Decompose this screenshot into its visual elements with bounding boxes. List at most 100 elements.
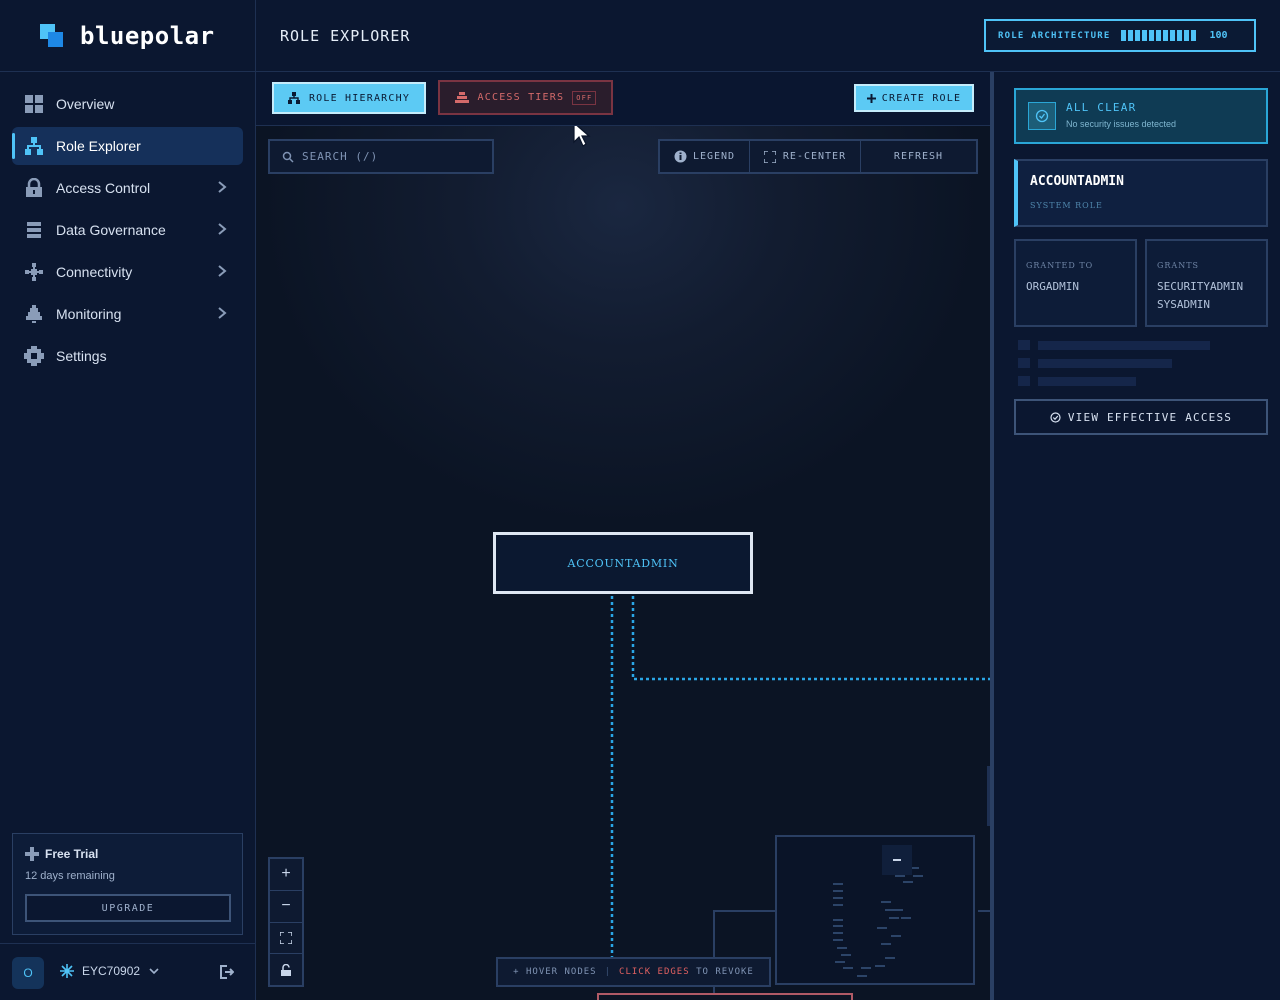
role-details-panel: ALL CLEAR No security issues detected AC… (990, 72, 1280, 1000)
status-title: ALL CLEAR (1066, 101, 1137, 114)
create-role-label: CREATE ROLE (881, 92, 962, 104)
grants-label: GRANTS (1157, 261, 1200, 270)
gear-icon (24, 346, 44, 366)
role-node-accountadmin[interactable]: ACCOUNTADMIN (493, 532, 753, 594)
network-icon (24, 262, 44, 282)
sidebar-item-label: Monitoring (56, 306, 122, 322)
header: ROLE EXPLORER ROLE ARCHITECTURE 100 (256, 0, 1280, 72)
role-name: ACCOUNTADMIN (1030, 174, 1124, 189)
sidebar-item-connectivity[interactable]: Connectivity (12, 253, 243, 291)
brand[interactable]: bluepolar (0, 0, 255, 72)
interaction-hint: + HOVER NODES | CLICK EDGES TO REVOKE (496, 957, 771, 987)
unlock-icon (281, 963, 291, 976)
logout-icon[interactable] (218, 964, 234, 980)
refresh-button[interactable]: REFRESH (861, 141, 976, 172)
toolbar: ROLE HIERARCHY ACCESS TIERS OFF CREATE R… (256, 72, 990, 126)
sidebar-item-label: Overview (56, 96, 115, 112)
user-bar: O EYC70902 (0, 943, 255, 1000)
sidebar-item-label: Data Governance (56, 222, 166, 238)
sidebar-item-label: Access Control (56, 180, 151, 196)
score-segment (1176, 30, 1182, 41)
score-segment (1134, 30, 1140, 41)
trial-remaining: 12 days remaining (25, 870, 115, 882)
layers-icon (454, 91, 469, 103)
role-hierarchy-button[interactable]: ROLE HIERARCHY (272, 82, 426, 114)
zoom-out-button[interactable]: − (270, 891, 302, 923)
check-circle-icon (1050, 411, 1061, 423)
minus-icon (893, 859, 901, 861)
plus-icon (866, 93, 876, 103)
create-role-button[interactable]: CREATE ROLE (854, 84, 974, 112)
legend-button[interactable]: LEGEND (660, 141, 750, 172)
zoom-in-button[interactable]: + (270, 859, 302, 891)
security-status-banner: ALL CLEAR No security issues detected (1014, 88, 1268, 144)
fit-view-button[interactable] (270, 923, 302, 955)
lock-view-button[interactable] (270, 954, 302, 985)
account-name: EYC70902 (82, 964, 141, 978)
minimap[interactable] (775, 835, 975, 985)
role-architecture-score[interactable]: ROLE ARCHITECTURE 100 (984, 19, 1256, 52)
zoom-controls: + − (268, 857, 304, 987)
search-icon (282, 151, 294, 163)
grid-icon (24, 94, 44, 114)
role-type: SYSTEM ROLE (1030, 201, 1103, 210)
score-value: 100 (1209, 30, 1228, 41)
role-hierarchy-label: ROLE HIERARCHY (308, 92, 411, 104)
view-effective-access-button[interactable]: VIEW EFFECTIVE ACCESS (1014, 399, 1268, 435)
trial-title: Free Trial (45, 847, 99, 861)
sidebar-item-monitoring[interactable]: Monitoring (12, 295, 243, 333)
avatar[interactable]: O (12, 957, 44, 989)
sidebar-item-overview[interactable]: Overview (12, 85, 243, 123)
shield-check-icon (1028, 102, 1056, 130)
view-effective-access-label: VIEW EFFECTIVE ACCESS (1067, 410, 1233, 424)
recenter-label: RE-CENTER (782, 151, 847, 162)
role-graph-canvas[interactable]: SEARCH (/) LEGEND RE-CENTER REFRESH ACCO… (256, 126, 990, 1000)
granted-to-role[interactable]: ORGADMIN (1026, 278, 1125, 296)
score-segment (1120, 30, 1126, 41)
granted-role[interactable]: SECURITYADMIN (1157, 278, 1256, 296)
hierarchy-icon (24, 136, 44, 156)
score-segment (1183, 30, 1189, 41)
hint-click-edges: CLICK EDGES (619, 967, 690, 977)
access-tiers-label: ACCESS TIERS (477, 92, 565, 103)
legend-label: LEGEND (692, 151, 736, 162)
granted-to-label: GRANTED TO (1026, 261, 1094, 270)
recenter-icon (763, 150, 776, 163)
chevron-down-icon (149, 968, 159, 975)
bluepolar-logo-icon (40, 23, 64, 48)
free-trial-card: Free Trial 12 days remaining UPGRADE (12, 833, 243, 935)
score-label: ROLE ARCHITECTURE (998, 30, 1111, 41)
fit-view-icon (280, 931, 292, 944)
sidebar-item-data-governance[interactable]: Data Governance (12, 211, 243, 249)
bell-icon (24, 304, 44, 324)
score-segment (1155, 30, 1161, 41)
access-tiers-state-badge: OFF (572, 90, 597, 105)
minimap-minimize-button[interactable] (882, 845, 912, 875)
score-segment (1148, 30, 1154, 41)
sidebar-item-role-explorer[interactable]: Role Explorer (12, 127, 243, 165)
selected-role-card: ACCOUNTADMIN SYSTEM ROLE (1014, 159, 1268, 227)
brand-name: bluepolar (80, 21, 215, 50)
loading-placeholder (1018, 340, 1210, 350)
account-switcher[interactable]: EYC70902 (60, 964, 160, 978)
loading-placeholder (1018, 376, 1136, 386)
recenter-button[interactable]: RE-CENTER (750, 141, 861, 172)
grants-card: GRANTS SECURITYADMIN SYSADMIN (1145, 239, 1268, 327)
search-input[interactable]: SEARCH (/) (268, 139, 494, 174)
granted-role[interactable]: SYSADMIN (1157, 296, 1256, 314)
sidebar: bluepolar Overview Role Explorer Access … (0, 0, 256, 1000)
sidebar-item-settings[interactable]: Settings (12, 337, 243, 375)
snowflake-icon (60, 964, 74, 978)
sidebar-item-access-control[interactable]: Access Control (12, 169, 243, 207)
hierarchy-icon (287, 92, 300, 104)
upgrade-button[interactable]: UPGRADE (25, 894, 231, 922)
access-tiers-toggle[interactable]: ACCESS TIERS OFF (438, 80, 613, 115)
lock-icon (24, 178, 44, 198)
score-segment (1127, 30, 1133, 41)
chevron-right-icon (218, 181, 227, 193)
chevron-right-icon (218, 223, 227, 235)
page-title: ROLE EXPLORER (280, 27, 411, 45)
canvas-controls: LEGEND RE-CENTER REFRESH (658, 139, 978, 174)
hint-revoke: TO REVOKE (696, 967, 754, 977)
score-segment (1190, 30, 1196, 41)
